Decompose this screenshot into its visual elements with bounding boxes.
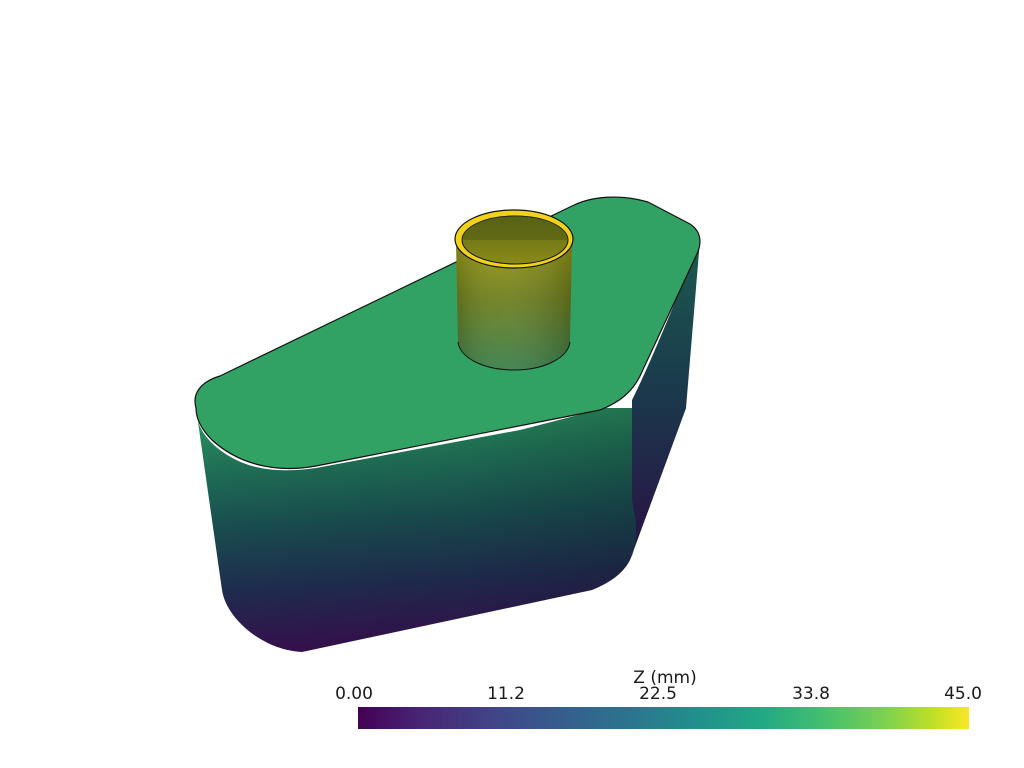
scalar-bar-colormap	[358, 707, 969, 729]
scalar-bar-tick-max: 45.0	[944, 684, 982, 704]
scalar-bar-tick-min: 0.00	[335, 684, 373, 704]
3d-viewport[interactable]	[0, 0, 1024, 768]
scalar-bar-tick-3: 33.8	[792, 684, 830, 704]
scalar-bar-tick-1: 11.2	[487, 684, 525, 704]
mesh-render[interactable]	[0, 0, 1024, 768]
scalar-bar-tick-2: 22.5	[639, 684, 677, 704]
